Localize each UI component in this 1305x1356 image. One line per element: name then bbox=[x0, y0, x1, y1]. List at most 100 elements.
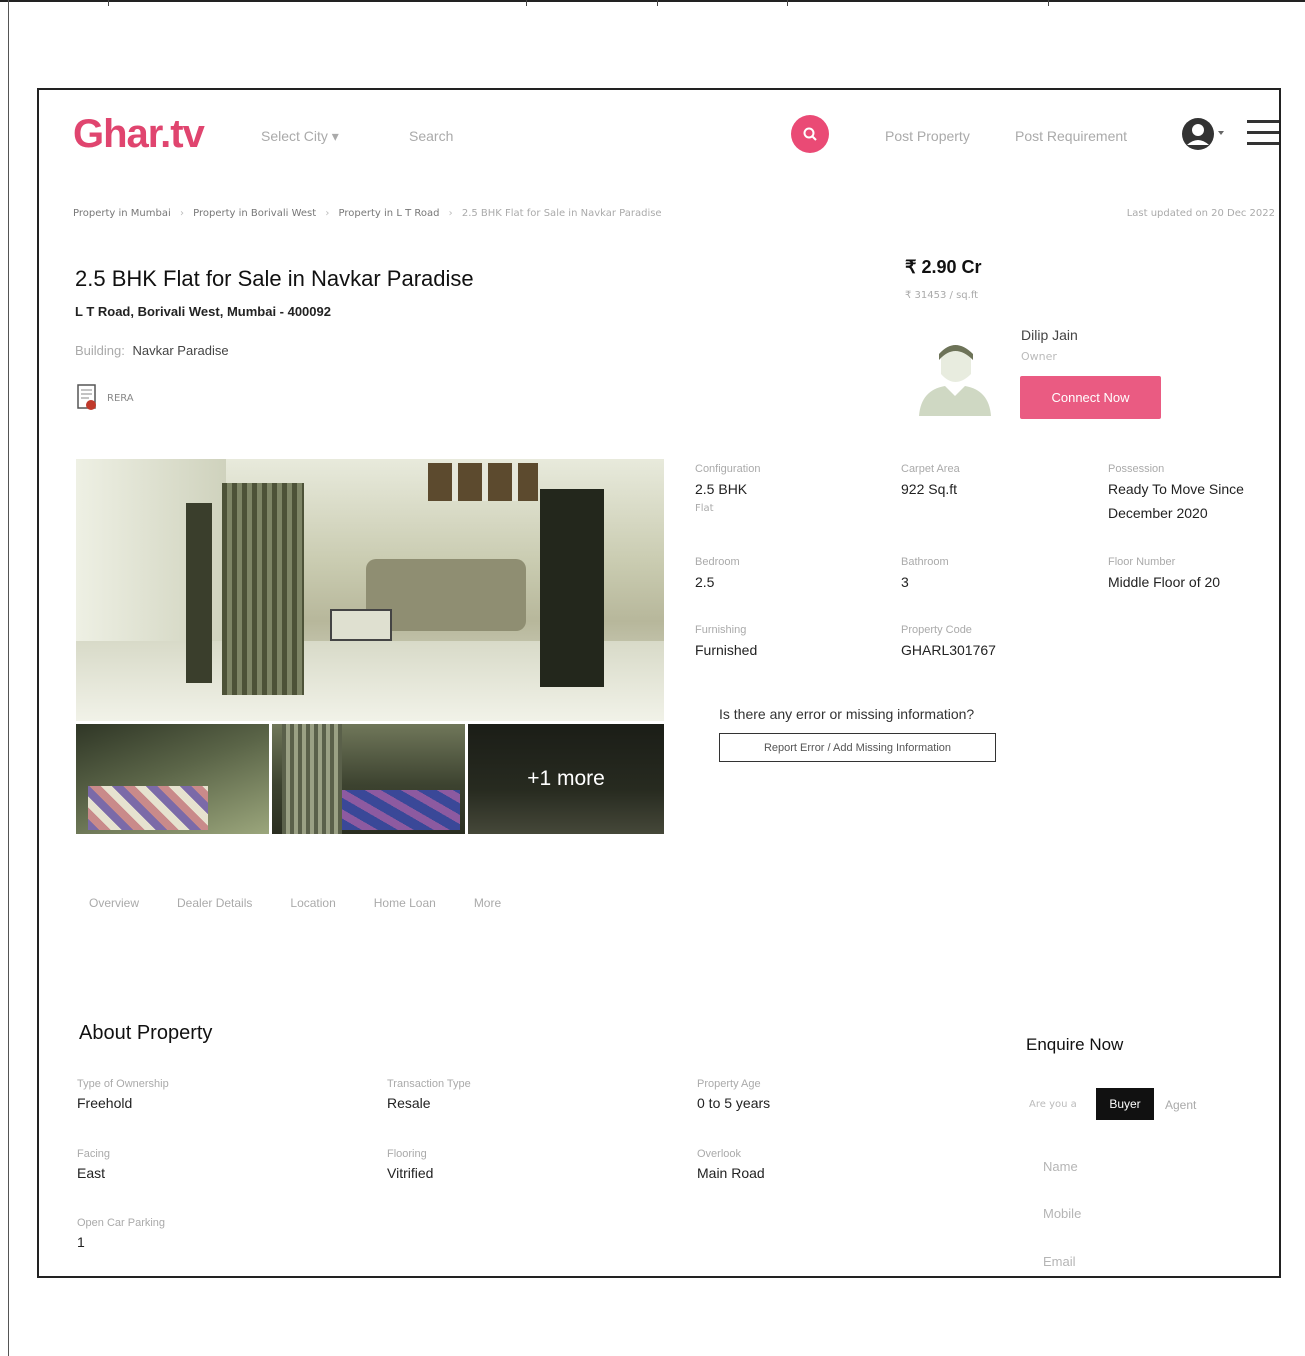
spec-label: Configuration bbox=[695, 463, 761, 475]
spec-value: GHARL301767 bbox=[901, 642, 996, 658]
breadcrumb-separator: › bbox=[448, 208, 453, 219]
gallery-thumbnail[interactable] bbox=[272, 724, 465, 834]
scan-border-left bbox=[8, 0, 9, 1356]
tab-home-loan[interactable]: Home Loan bbox=[370, 896, 440, 910]
section-tabs: Overview Dealer Details Location Home Lo… bbox=[85, 896, 505, 910]
tab-more[interactable]: More bbox=[470, 896, 505, 910]
about-item: Overlook Main Road bbox=[697, 1148, 765, 1181]
breadcrumb-item[interactable]: Property in L T Road bbox=[339, 208, 440, 219]
building-info: Building: Navkar Paradise bbox=[75, 343, 229, 358]
scan-tick bbox=[108, 0, 109, 6]
tab-location[interactable]: Location bbox=[286, 896, 339, 910]
are-you-label: Are you a bbox=[1029, 1099, 1077, 1110]
about-label: Overlook bbox=[697, 1148, 742, 1160]
about-label: Transaction Type bbox=[387, 1078, 471, 1090]
spec-bathroom: Bathroom 3 bbox=[901, 556, 949, 590]
spec-label: Bathroom bbox=[901, 556, 949, 568]
photo-door bbox=[540, 489, 604, 687]
more-photos-label: +1 more bbox=[527, 767, 605, 790]
listing-address: L T Road, Borivali West, Mumbai - 400092 bbox=[75, 304, 331, 319]
breadcrumb-separator: › bbox=[325, 208, 330, 219]
listing-price: ₹ 2.90 Cr bbox=[905, 257, 982, 277]
post-requirement-link[interactable]: Post Requirement bbox=[1015, 128, 1127, 144]
about-item: Open Car Parking 1 bbox=[77, 1217, 165, 1250]
browser-viewport: Ghar.tv Select City ▾ Search Post Proper… bbox=[37, 88, 1281, 1278]
about-value: 0 to 5 years bbox=[697, 1095, 771, 1111]
spec-sub: Flat bbox=[695, 503, 714, 514]
name-field[interactable] bbox=[1039, 1153, 1227, 1179]
spec-label: Bedroom bbox=[695, 556, 740, 568]
spec-label: Floor Number bbox=[1108, 556, 1176, 568]
spec-possession: Possession Ready To Move Since December … bbox=[1108, 463, 1279, 525]
spec-value: Middle Floor of 20 bbox=[1108, 574, 1221, 590]
error-question: Is there any error or missing informatio… bbox=[719, 706, 975, 722]
agent-toggle-button[interactable]: Agent bbox=[1159, 1093, 1203, 1117]
spec-furnishing: Furnishing Furnished bbox=[695, 624, 757, 658]
email-field[interactable] bbox=[1039, 1248, 1227, 1274]
last-updated-text: Last updated on 20 Dec 2022 bbox=[1126, 208, 1275, 219]
scan-tick bbox=[526, 0, 527, 6]
gallery-main-image[interactable] bbox=[76, 459, 664, 721]
spec-label: Possession bbox=[1108, 463, 1165, 475]
search-icon bbox=[803, 127, 817, 141]
gallery-thumbnail[interactable] bbox=[76, 724, 269, 834]
spec-value: 2.5 bbox=[695, 574, 715, 590]
search-button[interactable] bbox=[791, 115, 829, 153]
select-city-dropdown[interactable]: Select City ▾ bbox=[261, 128, 339, 145]
connect-now-button[interactable]: Connect Now bbox=[1020, 376, 1161, 419]
about-label: Flooring bbox=[387, 1148, 427, 1160]
gallery-more-thumbnail[interactable]: +1 more bbox=[468, 724, 664, 834]
spec-configuration: Configuration 2.5 BHK Flat bbox=[695, 463, 760, 514]
spec-bedroom: Bedroom 2.5 bbox=[695, 556, 740, 590]
breadcrumb-current: 2.5 BHK Flat for Sale in Navkar Paradise bbox=[461, 208, 662, 219]
post-property-link[interactable]: Post Property bbox=[885, 128, 970, 144]
tab-dealer-details[interactable]: Dealer Details bbox=[173, 896, 256, 910]
mobile-field[interactable] bbox=[1039, 1200, 1227, 1226]
spec-label: Furnishing bbox=[695, 624, 747, 636]
building-name[interactable]: Navkar Paradise bbox=[133, 343, 229, 358]
about-value: East bbox=[77, 1165, 106, 1181]
spec-value: 922 Sq.ft bbox=[901, 481, 958, 497]
about-value: Resale bbox=[387, 1095, 431, 1111]
about-item: Facing East bbox=[77, 1148, 110, 1181]
photo-wall-frames bbox=[428, 463, 538, 501]
owner-avatar-icon bbox=[917, 336, 993, 420]
about-item: Flooring Vitrified bbox=[387, 1148, 433, 1181]
buyer-toggle-button[interactable]: Buyer bbox=[1096, 1088, 1154, 1120]
price-per-sqft: ₹ 31453 / sq.ft bbox=[905, 290, 979, 301]
about-value: Freehold bbox=[77, 1095, 133, 1111]
rera-badge[interactable]: RERA bbox=[77, 384, 134, 412]
photo-curtain bbox=[222, 483, 304, 695]
breadcrumb-item[interactable]: Property in Borivali West bbox=[193, 208, 316, 219]
breadcrumb: Property in Mumbai › Property in Borival… bbox=[73, 208, 668, 219]
hamburger-menu-icon[interactable] bbox=[1247, 120, 1279, 150]
scan-tick bbox=[657, 0, 658, 6]
about-label: Property Age bbox=[697, 1078, 761, 1090]
spec-floor-number: Floor Number Middle Floor of 20 bbox=[1108, 556, 1220, 590]
about-label: Open Car Parking bbox=[77, 1217, 166, 1229]
site-logo[interactable]: Ghar.tv bbox=[73, 112, 205, 157]
rera-document-icon bbox=[77, 384, 96, 410]
listing-title: 2.5 BHK Flat for Sale in Navkar Paradise bbox=[75, 266, 474, 291]
spec-value: Ready To Move Since December 2020 bbox=[1108, 481, 1244, 521]
spec-label: Carpet Area bbox=[901, 463, 960, 475]
report-error-button[interactable]: Report Error / Add Missing Information bbox=[719, 733, 996, 762]
about-label: Facing bbox=[77, 1148, 111, 1160]
about-label: Type of Ownership bbox=[77, 1078, 169, 1090]
about-value: Main Road bbox=[697, 1165, 765, 1181]
photo-table bbox=[330, 609, 392, 641]
rera-label: RERA bbox=[107, 392, 134, 404]
spec-label: Property Code bbox=[901, 624, 972, 636]
spec-property-code: Property Code GHARL301767 bbox=[901, 624, 996, 658]
enquire-title: Enquire Now bbox=[1026, 1035, 1124, 1054]
scan-border-top bbox=[0, 0, 1305, 2]
owner-name: Dilip Jain bbox=[1021, 327, 1078, 343]
tab-overview[interactable]: Overview bbox=[85, 896, 143, 910]
search-input[interactable]: Search bbox=[409, 128, 453, 144]
about-value: Vitrified bbox=[387, 1165, 434, 1181]
spec-carpet-area: Carpet Area 922 Sq.ft bbox=[901, 463, 960, 497]
about-item: Property Age 0 to 5 years bbox=[697, 1078, 770, 1111]
photo-shelf bbox=[186, 503, 212, 683]
user-menu-button[interactable] bbox=[1181, 117, 1224, 151]
breadcrumb-item[interactable]: Property in Mumbai bbox=[73, 208, 171, 219]
